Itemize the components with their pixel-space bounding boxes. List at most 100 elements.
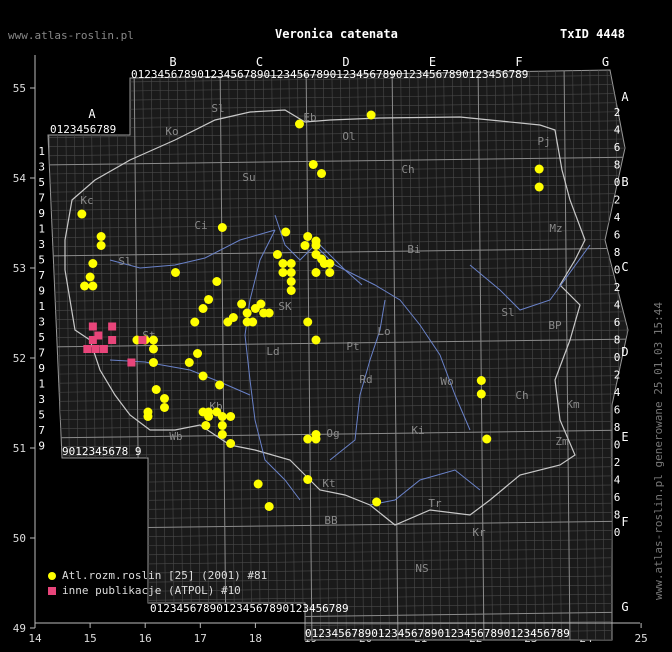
occurrence-point — [325, 259, 335, 268]
region-label: Wo — [440, 375, 453, 388]
lat-tick-label: 53 — [13, 262, 26, 275]
grid-col-letter: D — [342, 55, 349, 69]
publication-point — [94, 331, 103, 340]
grid-col-letter: G — [602, 55, 609, 69]
grid-col-digits: 9012345678 9 — [62, 445, 141, 458]
occurrence-point — [311, 268, 321, 277]
region-label: Ld — [266, 345, 279, 358]
grid-row-letter: E — [621, 430, 628, 444]
occurrence-point — [85, 272, 95, 282]
occurrence-point — [317, 169, 327, 178]
grid-col-digits: 0123456789 — [50, 123, 116, 136]
occurrence-point — [193, 349, 203, 358]
grid-row-digit: 4 — [614, 386, 621, 399]
occurrence-point — [217, 223, 227, 232]
grid-row-digit: 2 — [614, 456, 621, 469]
grid-row-letter: G — [621, 600, 628, 614]
publication-point — [91, 345, 100, 353]
region-label: SK — [278, 300, 292, 313]
occurrence-point — [148, 335, 158, 345]
grid-row-letter: B — [621, 175, 628, 189]
site-link[interactable]: www.atlas-roslin.pl — [8, 29, 134, 42]
legend-label: inne publikacje (ATPOL) #10 — [62, 584, 241, 597]
grid-row-digit: 7 — [38, 269, 45, 282]
grid-row-digit: 0 — [614, 351, 621, 364]
occurrence-point — [159, 403, 169, 412]
occurrence-point — [217, 430, 227, 439]
occurrence-point — [311, 434, 321, 444]
grid-row-letter: C — [621, 260, 628, 274]
occurrence-point — [303, 232, 313, 241]
region-label: Su — [242, 171, 255, 184]
region-label: Ko — [165, 125, 178, 138]
occurrence-point — [217, 421, 227, 430]
occurrence-point — [226, 412, 236, 421]
occurrence-point — [190, 317, 200, 327]
occurrence-point — [294, 119, 304, 129]
lon-tick-label: 17 — [194, 632, 207, 645]
lat-tick-label: 49 — [13, 622, 26, 635]
distribution-map: 141516171819202122232425 55545352515049 … — [13, 55, 648, 645]
occurrence-point — [212, 277, 222, 286]
occurrence-point — [217, 412, 227, 421]
occurrence-point — [366, 110, 376, 120]
atpol-grid — [47, 69, 629, 641]
grid-row-digit: 0 — [614, 264, 621, 277]
region-label: Tr — [428, 497, 442, 510]
region-label: Kt — [322, 477, 335, 490]
region-label: Pj — [537, 135, 550, 148]
occurrence-point — [325, 268, 335, 277]
region-label: Sl — [501, 306, 514, 319]
grid-row-digit: 7 — [38, 424, 45, 437]
grid-row-letter: F — [621, 515, 628, 529]
lon-tick-label: 14 — [28, 632, 42, 645]
occurrence-point — [308, 160, 318, 169]
pink-square-icon — [48, 586, 56, 595]
publication-point — [108, 322, 117, 331]
occurrence-point — [198, 371, 208, 381]
region-label: Kc — [80, 194, 93, 207]
grid-col-digits: 0123456789012345678901234567890123456789 — [305, 627, 570, 640]
lon-tick-label: 15 — [83, 632, 96, 645]
region-label: Ki — [411, 424, 424, 437]
grid-row-digit: 5 — [38, 331, 45, 344]
legend: Atl.rozm.roslin [25] (2001) #81 inne pub… — [48, 568, 267, 598]
grid-row-digit: 5 — [38, 409, 45, 422]
grid-row-digit: 0 — [614, 526, 621, 539]
occurrence-point — [253, 479, 263, 489]
occurrence-point — [198, 304, 208, 313]
occurrence-point — [242, 308, 252, 318]
grid-row-digit: 4 — [614, 299, 621, 312]
grid-row-digit: 8 — [614, 246, 621, 259]
region-label: Bi — [407, 243, 420, 256]
occurrence-point — [88, 281, 98, 291]
lat-tick-label: 50 — [13, 532, 26, 545]
occurrence-point — [96, 232, 106, 241]
lat-tick-label: 54 — [13, 172, 27, 185]
region-label: Zm — [555, 435, 569, 448]
grid-row-digit: 3 — [38, 316, 45, 329]
grid-row-digit: 1 — [38, 145, 45, 158]
region-label: Sl — [211, 102, 224, 115]
lon-tick-label: 18 — [249, 632, 262, 645]
occurrence-point — [278, 259, 288, 268]
occurrence-point — [223, 317, 233, 327]
lat-tick-label: 55 — [13, 82, 26, 95]
grid-col-digits: 0123456789012345678901234567890123456789… — [131, 68, 528, 81]
lon-tick-label: 16 — [139, 632, 152, 645]
grid-col-letter: C — [256, 55, 263, 69]
grid-row-digit: 6 — [614, 141, 621, 154]
grid-row-digit: 8 — [614, 334, 621, 347]
occurrence-point — [151, 385, 161, 394]
occurrence-point — [278, 268, 288, 277]
region-label: Ch — [515, 389, 528, 402]
occurrence-point — [96, 241, 106, 250]
grid-row-digit: 8 — [614, 509, 621, 522]
grid-row-digit: 2 — [614, 194, 621, 207]
occurrence-point — [303, 317, 313, 327]
occurrence-point — [272, 250, 282, 259]
region-label: Kr — [472, 526, 486, 539]
occurrence-point — [204, 295, 214, 304]
occurrence-point — [286, 286, 296, 295]
occurrence-point — [159, 394, 169, 403]
